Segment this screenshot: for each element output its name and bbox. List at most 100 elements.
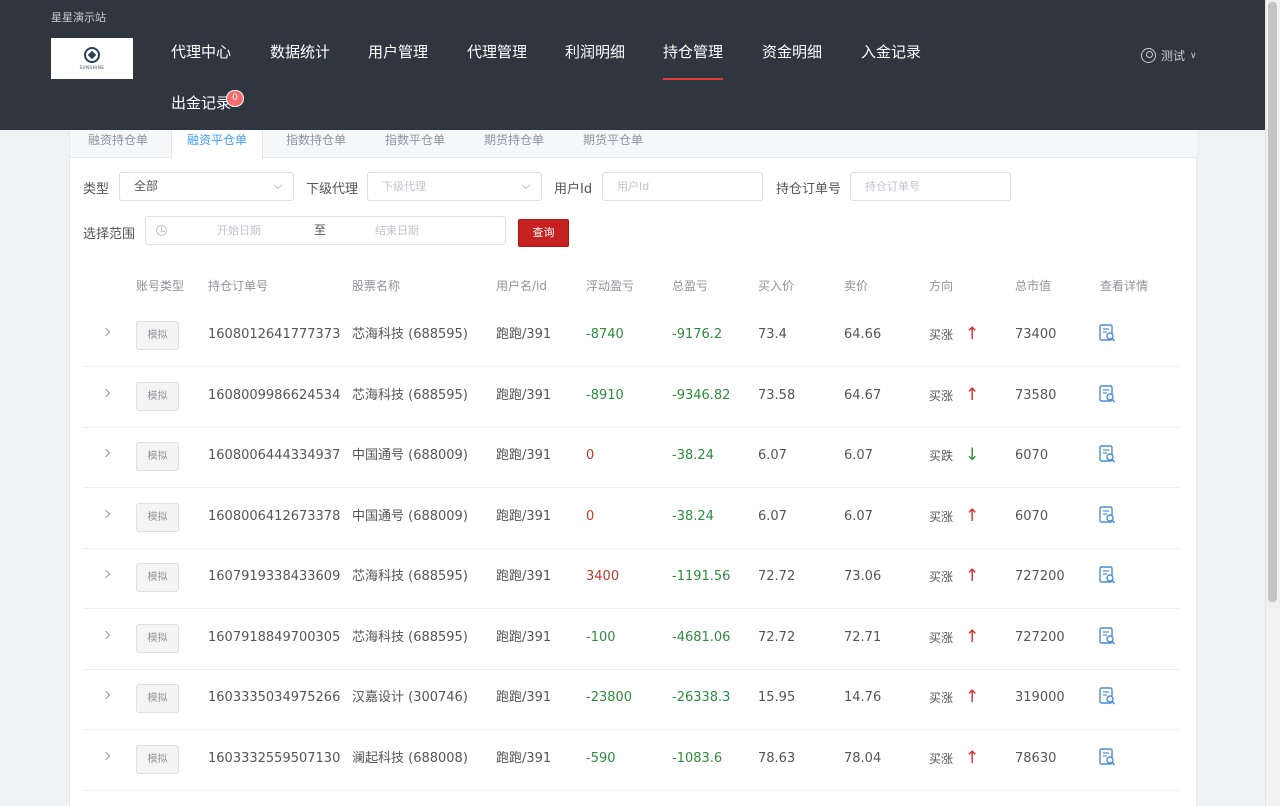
tab-index-positions[interactable]: 指数持仓单 [286,130,346,158]
sell-price-cell: 72.71 [844,630,882,645]
view-detail-icon[interactable] [1099,687,1116,706]
tab-futures-closed[interactable]: 期货平仓单 [583,130,643,158]
col-view-detail: 查看详情 [1100,279,1149,293]
total-pl-cell: -38.24 [672,509,714,524]
type-label: 类型 [83,182,110,197]
stock-name-cell: 澜起科技 (688008) [352,751,468,766]
agent-select[interactable]: 下级代理 [367,172,542,201]
tab-index-closed[interactable]: 指数平仓单 [385,130,445,158]
content-panel: 融资持仓单 融资平仓单 指数持仓单 指数平仓单 期货持仓单 期货平仓单 类型 全… [69,130,1197,806]
col-user: 用户名/id [496,279,547,293]
total-pl-cell: -9176.2 [672,327,723,342]
page-scrollbar-thumb[interactable] [1268,2,1277,602]
order-no-cell: 1603332559507130 [208,751,341,766]
order-no-cell: 1607919338433609 [208,569,341,584]
table-row[interactable]: 模拟 1607918849700305 芯海科技 (688595) 跑跑/391 -10… [83,609,1179,670]
nav-data-stats[interactable]: 数据统计 [270,42,330,62]
direction-text: 买涨 [929,691,954,705]
view-detail-icon[interactable] [1099,566,1116,585]
logo-mark-icon [84,47,100,63]
view-detail-icon[interactable] [1099,748,1116,767]
nav-user-management[interactable]: 用户管理 [368,42,428,62]
clock-icon [156,225,167,236]
user-cell: 跑跑/391 [496,751,552,766]
table-row[interactable]: 模拟 1607919338433609 芯海科技 (688595) 跑跑/391 340… [83,548,1179,609]
nav-agent-management[interactable]: 代理管理 [467,42,527,62]
chevron-down-icon [273,180,283,190]
top-header: 星星演示站 SUNSHINE 代理中心 数据统计 用户管理 代理管理 利润明细 … [0,0,1265,130]
buy-price-cell: 6.07 [758,509,787,524]
table-row[interactable]: 模拟 1608009986624534 芯海科技 (688595) 跑跑/391 -89… [83,367,1179,428]
expand-row-icon[interactable] [101,327,111,337]
direction-cell: 买涨 ↑ [929,749,979,769]
market-value-cell: 6070 [1015,448,1049,463]
market-value-cell: 727200 [1015,569,1065,584]
userid-input[interactable]: 用户Id [602,172,763,201]
user-menu[interactable]: 测试 ∨ [1141,47,1197,64]
view-detail-icon[interactable] [1099,627,1116,646]
nav-position-management[interactable]: 持仓管理 [663,42,724,80]
query-button[interactable]: 查询 [518,219,569,247]
view-detail-icon[interactable] [1099,506,1116,525]
tab-margin-closed[interactable]: 融资平仓单 [171,130,264,159]
expand-row-icon[interactable] [101,751,111,761]
expand-row-icon[interactable] [101,630,111,640]
direction-text: 买涨 [929,631,954,645]
float-pl-cell: -23800 [586,690,633,705]
sell-price-cell: 6.07 [844,448,873,463]
order-no-cell: 1608006412673378 [208,509,341,524]
direction-text: 买涨 [929,570,954,584]
table-row[interactable]: 模拟 1603335034975266 汉嘉设计 (300746) 跑跑/391 -23… [83,669,1179,730]
order-no-placeholder: 持仓订单号 [865,180,920,193]
tab-futures-positions[interactable]: 期货持仓单 [484,130,544,158]
expand-row-icon[interactable] [101,569,111,579]
col-order-no: 持仓订单号 [208,279,269,293]
market-value-cell: 727200 [1015,630,1065,645]
total-pl-cell: -9346.82 [672,388,731,403]
table-row[interactable]: 模拟 1608006444334937 中国通号 (688009) 跑跑/391 0 -3… [83,427,1179,488]
userid-placeholder: 用户Id [617,180,650,193]
tab-margin-positions[interactable]: 融资持仓单 [88,130,148,158]
stock-name-cell: 汉嘉设计 (300746) [352,690,468,705]
table-row[interactable]: 模拟 1608006412673378 中国通号 (688009) 跑跑/391 0 -3… [83,488,1179,549]
view-detail-icon[interactable] [1099,385,1116,404]
buy-price-cell: 6.07 [758,448,787,463]
market-value-cell: 78630 [1015,751,1057,766]
view-detail-icon[interactable] [1099,445,1116,464]
nav-profit-detail[interactable]: 利润明细 [565,42,625,62]
direction-cell: 买跌 ↓ [929,446,979,466]
direction-text: 买涨 [929,328,954,342]
table-row[interactable]: 模拟 1608012641777373 芯海科技 (688595) 跑跑/391 -87… [83,306,1179,367]
expand-row-icon[interactable] [101,448,111,458]
direction-text: 买涨 [929,752,954,766]
order-no-cell: 1608012641777373 [208,327,341,342]
market-value-cell: 319000 [1015,690,1065,705]
user-avatar-icon [1141,48,1156,63]
buy-price-cell: 73.4 [758,327,787,342]
type-select[interactable]: 全部 [119,172,294,201]
order-no-input[interactable]: 持仓订单号 [850,172,1011,201]
stock-name-cell: 中国通号 (688009) [352,509,468,524]
agent-label: 下级代理 [306,182,359,197]
expand-row-icon[interactable] [101,509,111,519]
col-total-pl: 总盈亏 [672,279,709,293]
table-row[interactable]: 模拟 1603332559507130 澜起科技 (688008) 跑跑/391 -59… [83,730,1179,791]
order-no-cell: 1603335034975266 [208,690,341,705]
account-type-tag: 模拟 [136,321,179,350]
site-logo[interactable]: SUNSHINE [51,38,133,79]
float-pl-cell: -590 [586,751,616,766]
market-value-cell: 73400 [1015,327,1057,342]
expand-row-icon[interactable] [101,690,111,700]
float-pl-cell: -8740 [586,327,624,342]
chevron-down-icon: ∨ [1190,50,1197,61]
nav-withdraw-records[interactable]: 出金记录 [171,93,231,113]
user-cell: 跑跑/391 [496,327,552,342]
date-range-picker[interactable]: 开始日期 至 结束日期 [145,216,506,245]
nav-deposit-records[interactable]: 入金记录 [861,42,921,62]
view-detail-icon[interactable] [1099,324,1116,343]
direction-cell: 买涨 ↑ [929,628,979,648]
expand-row-icon[interactable] [101,388,111,398]
nav-fund-detail[interactable]: 资金明细 [762,42,822,62]
nav-agent-center[interactable]: 代理中心 [171,42,231,62]
col-stock-name: 股票名称 [352,279,401,293]
